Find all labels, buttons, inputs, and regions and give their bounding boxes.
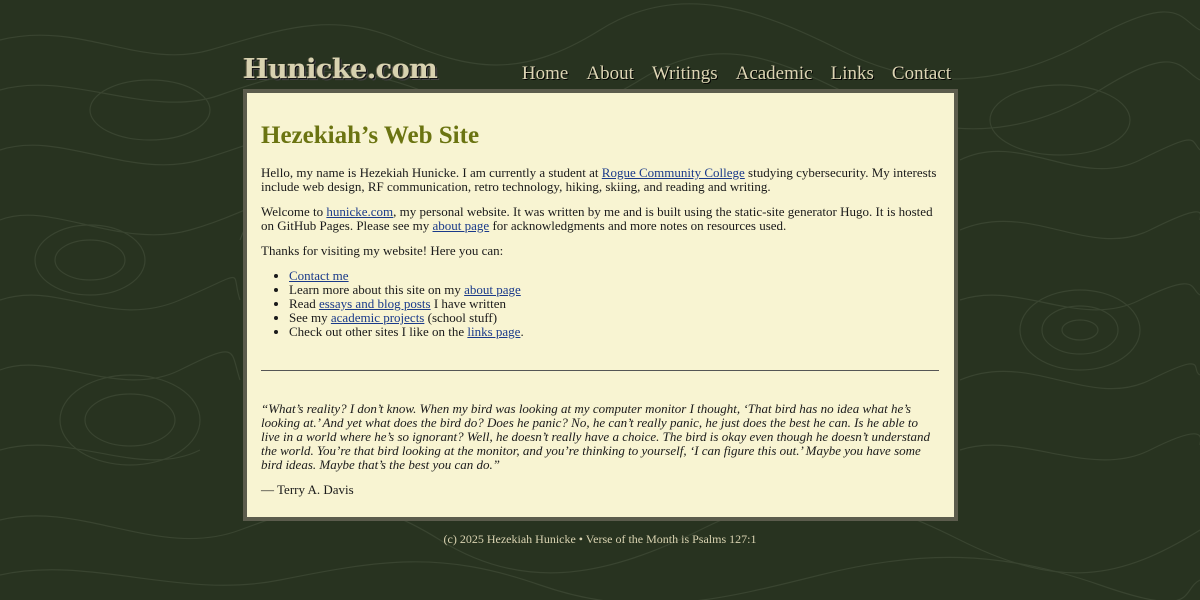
list-item: Read essays and blog posts I have writte… xyxy=(289,297,939,311)
welcome-text-post: for acknowledgments and more notes on re… xyxy=(489,218,787,233)
academic-projects-link[interactable]: academic projects xyxy=(331,310,424,325)
list-item-pre: See my xyxy=(289,310,331,325)
divider xyxy=(261,370,939,371)
about-page-link[interactable]: about page xyxy=(433,218,490,233)
site-footer: (c) 2025 Hezekiah Hunicke • Verse of the… xyxy=(443,532,757,546)
site-logo[interactable]: Hunicke.com xyxy=(243,52,438,88)
list-item: See my academic projects (school stuff) xyxy=(289,311,939,325)
main-nav: Home About Writings Academic Links Conta… xyxy=(522,62,951,86)
list-item-post: (school stuff) xyxy=(424,310,498,325)
nav-writings[interactable]: Writings xyxy=(652,62,718,86)
list-item: Contact me xyxy=(289,269,939,283)
intro-text-pre: Hello, my name is Hezekiah Hunicke. I am… xyxy=(261,165,602,180)
nav-links[interactable]: Links xyxy=(831,62,874,86)
list-item-pre: Read xyxy=(289,296,319,311)
hunicke-link[interactable]: hunicke.com xyxy=(326,204,393,219)
list-item: Check out other sites I like on the link… xyxy=(289,325,939,339)
list-item-pre: Learn more about this site on my xyxy=(289,282,465,297)
nav-contact[interactable]: Contact xyxy=(892,62,951,86)
list-item-post: I have written xyxy=(430,296,507,311)
page-wrapper: Hunicke.com Home About Writings Academic… xyxy=(243,52,958,521)
nav-home[interactable]: Home xyxy=(522,62,568,86)
quote-attribution: — Terry A. Davis xyxy=(261,482,354,497)
rcc-link[interactable]: Rogue Community College xyxy=(602,165,745,180)
nav-about[interactable]: About xyxy=(586,62,634,86)
links-page-link[interactable]: links page xyxy=(467,324,520,339)
welcome-paragraph: Welcome to hunicke.com, my personal webs… xyxy=(261,205,939,233)
quote-text: “What’s reality? I don’t know. When my b… xyxy=(261,401,931,472)
welcome-text-pre: Welcome to xyxy=(261,204,327,219)
site-header: Hunicke.com Home About Writings Academic… xyxy=(243,52,958,89)
intro-paragraph: Hello, my name is Hezekiah Hunicke. I am… xyxy=(261,166,939,194)
options-list: Contact me Learn more about this site on… xyxy=(261,269,939,339)
content-panel: Hezekiah’s Web Site Hello, my name is He… xyxy=(243,89,958,521)
list-item-post: . xyxy=(520,324,524,339)
list-item-pre: Check out other sites I like on the xyxy=(289,324,468,339)
contact-me-link[interactable]: Contact me xyxy=(289,268,349,283)
thanks-paragraph: Thanks for visiting my website! Here you… xyxy=(261,243,504,258)
essays-link[interactable]: essays and blog posts xyxy=(319,296,431,311)
nav-academic[interactable]: Academic xyxy=(736,62,813,86)
list-item: Learn more about this site on my about p… xyxy=(289,283,939,297)
page-title: Hezekiah’s Web Site xyxy=(261,122,480,149)
about-page-link-2[interactable]: about page xyxy=(464,282,521,297)
